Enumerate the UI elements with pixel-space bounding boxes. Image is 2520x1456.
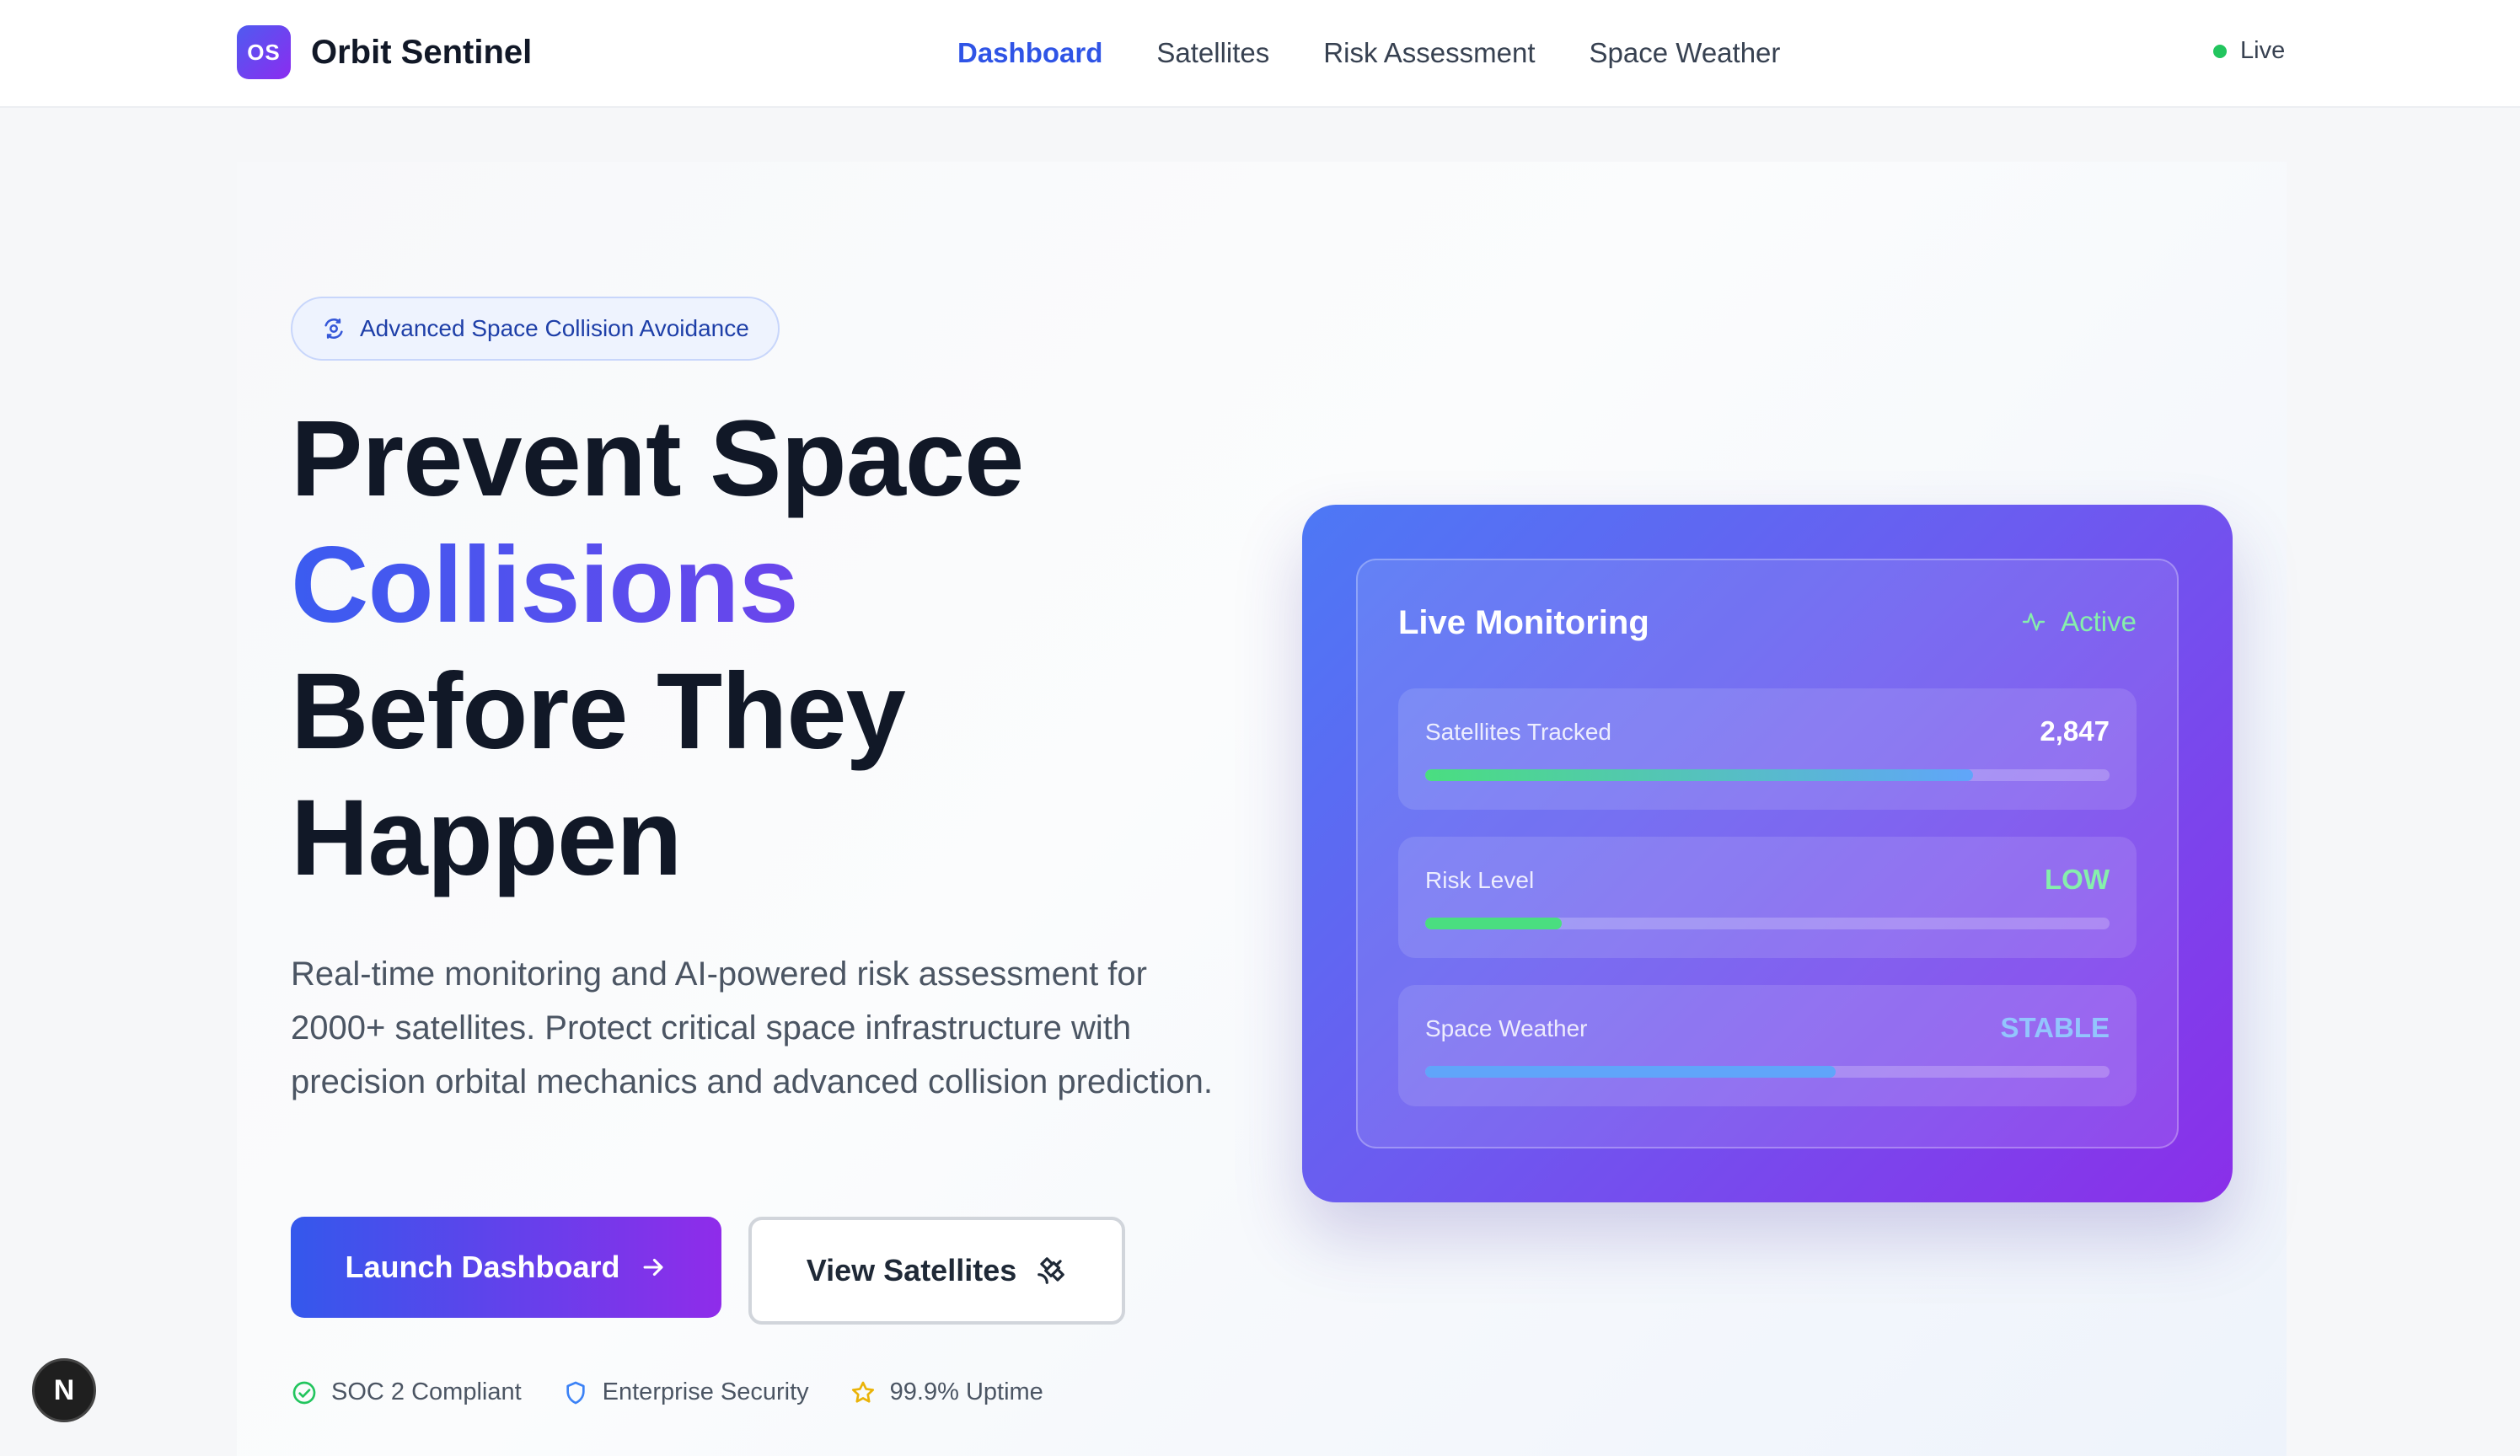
metric-label: Risk Level bbox=[1425, 867, 1535, 893]
brand-logo: OS bbox=[237, 25, 291, 79]
brand-name: Orbit Sentinel bbox=[311, 33, 533, 71]
check-circle-icon bbox=[292, 1381, 316, 1404]
metric-value: 2,847 bbox=[2040, 715, 2110, 747]
trust-indicators: SOC 2 Compliant Enterprise Security 99.9… bbox=[291, 1378, 1084, 1406]
metric-value: STABLE bbox=[2000, 1012, 2110, 1043]
launch-dashboard-label: Launch Dashboard bbox=[345, 1250, 620, 1284]
view-satellites-label: View Satellites bbox=[806, 1253, 1017, 1287]
headline-line-3: Before They bbox=[291, 651, 906, 772]
live-label: Live bbox=[2240, 37, 2286, 64]
feature-badge: Advanced Space Collision Avoidance bbox=[291, 297, 780, 361]
live-status-dot bbox=[2213, 44, 2227, 58]
brand[interactable]: OS Orbit Sentinel bbox=[237, 25, 532, 79]
live-indicator: Live bbox=[2213, 37, 2285, 65]
metric-risk-level: Risk Level LOW bbox=[1398, 837, 2137, 958]
launch-dashboard-button[interactable]: Launch Dashboard bbox=[291, 1217, 721, 1318]
main-nav: Dashboard Satellites Risk Assessment Spa… bbox=[957, 0, 1834, 106]
hero-description: Real-time monitoring and AI-powered risk… bbox=[291, 956, 1213, 1100]
nav-space-weather[interactable]: Space Weather bbox=[1590, 37, 1781, 69]
headline-line-1: Prevent Space bbox=[291, 399, 1024, 519]
nav-risk-assessment[interactable]: Risk Assessment bbox=[1323, 37, 1535, 69]
view-satellites-button[interactable]: View Satellites bbox=[748, 1217, 1125, 1325]
dev-tools-badge[interactable]: N bbox=[32, 1358, 96, 1422]
progress-track bbox=[1425, 1066, 2110, 1078]
star-icon bbox=[851, 1381, 874, 1403]
activity-icon bbox=[2022, 613, 2045, 631]
trust-item-soc2: SOC 2 Compliant bbox=[291, 1378, 522, 1406]
trust-label-uptime: 99.9% Uptime bbox=[889, 1378, 1043, 1405]
trust-label-soc2: SOC 2 Compliant bbox=[331, 1378, 522, 1405]
metric-label: Space Weather bbox=[1425, 1015, 1588, 1041]
nav-satellites[interactable]: Satellites bbox=[1156, 37, 1269, 69]
orbit-target-icon bbox=[324, 318, 343, 339]
hero-headline: Prevent Space Collisions Before They Hap… bbox=[291, 396, 1218, 902]
headline-line-4: Happen bbox=[291, 778, 682, 898]
trust-item-uptime: 99.9% Uptime bbox=[850, 1378, 1043, 1406]
monitoring-status-label: Active bbox=[2061, 606, 2137, 637]
metric-space-weather: Space Weather STABLE bbox=[1398, 985, 2137, 1106]
satellite-icon bbox=[1037, 1257, 1065, 1284]
progress-fill bbox=[1425, 918, 1563, 929]
metric-value: LOW bbox=[2045, 864, 2110, 895]
nav-dashboard[interactable]: Dashboard bbox=[957, 37, 1102, 69]
metric-label: Satellites Tracked bbox=[1425, 719, 1611, 745]
live-monitoring-card: Live Monitoring Active Satellites Tracke… bbox=[1302, 505, 2233, 1202]
live-monitoring-panel: Live Monitoring Active Satellites Tracke… bbox=[1356, 559, 2179, 1148]
monitoring-title: Live Monitoring bbox=[1398, 604, 1649, 641]
progress-fill bbox=[1425, 769, 1973, 781]
progress-fill bbox=[1425, 1066, 1836, 1078]
progress-track bbox=[1425, 769, 2110, 781]
arrow-right-icon bbox=[643, 1258, 662, 1277]
headline-highlight: Collisions bbox=[291, 522, 1218, 649]
progress-track bbox=[1425, 918, 2110, 929]
top-navbar: OS Orbit Sentinel Dashboard Satellites R… bbox=[0, 0, 2520, 108]
shield-icon bbox=[566, 1381, 585, 1404]
trust-label-security: Enterprise Security bbox=[602, 1378, 809, 1405]
trust-item-security: Enterprise Security bbox=[562, 1378, 809, 1406]
metric-satellites-tracked: Satellites Tracked 2,847 bbox=[1398, 688, 2137, 810]
feature-badge-label: Advanced Space Collision Avoidance bbox=[360, 315, 749, 341]
monitoring-status: Active bbox=[2020, 606, 2137, 638]
